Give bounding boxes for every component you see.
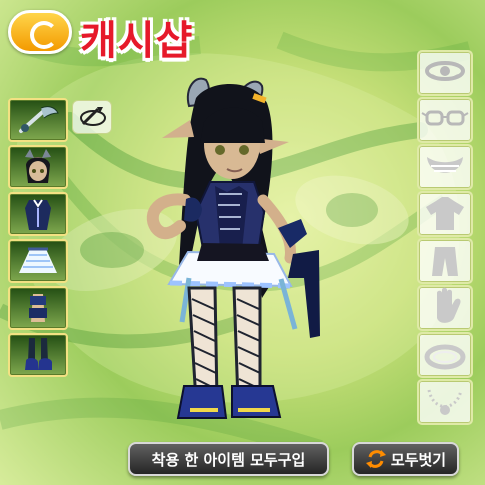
gloves-icon xyxy=(29,294,47,322)
slot-top[interactable] xyxy=(417,191,473,237)
pants-icon xyxy=(432,247,458,276)
character-avatar xyxy=(146,77,320,419)
slot-bottom[interactable] xyxy=(417,238,473,284)
face-icon xyxy=(25,149,51,183)
slot-gloves[interactable] xyxy=(8,286,68,330)
shoes-icon xyxy=(25,338,52,370)
rotate-icon-svg xyxy=(80,107,106,126)
shirt-icon xyxy=(426,197,464,230)
mouth-icon xyxy=(427,157,463,173)
slot-shoes[interactable] xyxy=(8,333,68,377)
slot-mouth[interactable] xyxy=(417,144,473,190)
rotate-icon[interactable] xyxy=(72,100,112,134)
slot-face[interactable] xyxy=(8,145,68,189)
unequip-all-button[interactable]: 모두벗기 xyxy=(352,442,459,476)
cash-coin-icon xyxy=(8,10,72,54)
equipment-slots-right xyxy=(417,50,475,426)
header: 캐시샵 xyxy=(0,0,485,64)
weapon-icon xyxy=(19,106,59,133)
equipment-slots-left xyxy=(8,98,70,380)
slot-ring[interactable] xyxy=(417,332,473,378)
buy-all-button[interactable]: 착용 한 아이템 모두구입 xyxy=(128,442,329,476)
headband-icon xyxy=(425,61,465,81)
slot-upper[interactable] xyxy=(8,192,68,236)
slot-hand[interactable] xyxy=(417,285,473,331)
ring-icon xyxy=(424,344,466,370)
unequip-all-label: 모두벗기 xyxy=(390,450,447,469)
cash-shop-screen: 캐시샵 착용 한 아이템 모두구입 모두벗기 xyxy=(0,0,485,485)
refresh-icon xyxy=(365,450,386,468)
skirt-icon xyxy=(19,247,57,273)
glove-icon xyxy=(437,287,461,323)
page-title: 캐시샵 xyxy=(80,18,194,64)
slot-head[interactable] xyxy=(417,50,473,96)
upper-clothes-icon xyxy=(25,199,51,230)
slot-skirt[interactable] xyxy=(8,239,68,283)
slot-necklace[interactable] xyxy=(417,379,473,425)
glasses-icon xyxy=(421,110,469,126)
slot-weapon[interactable] xyxy=(8,98,68,142)
slot-eyes[interactable] xyxy=(417,97,473,143)
necklace-icon xyxy=(427,389,463,415)
